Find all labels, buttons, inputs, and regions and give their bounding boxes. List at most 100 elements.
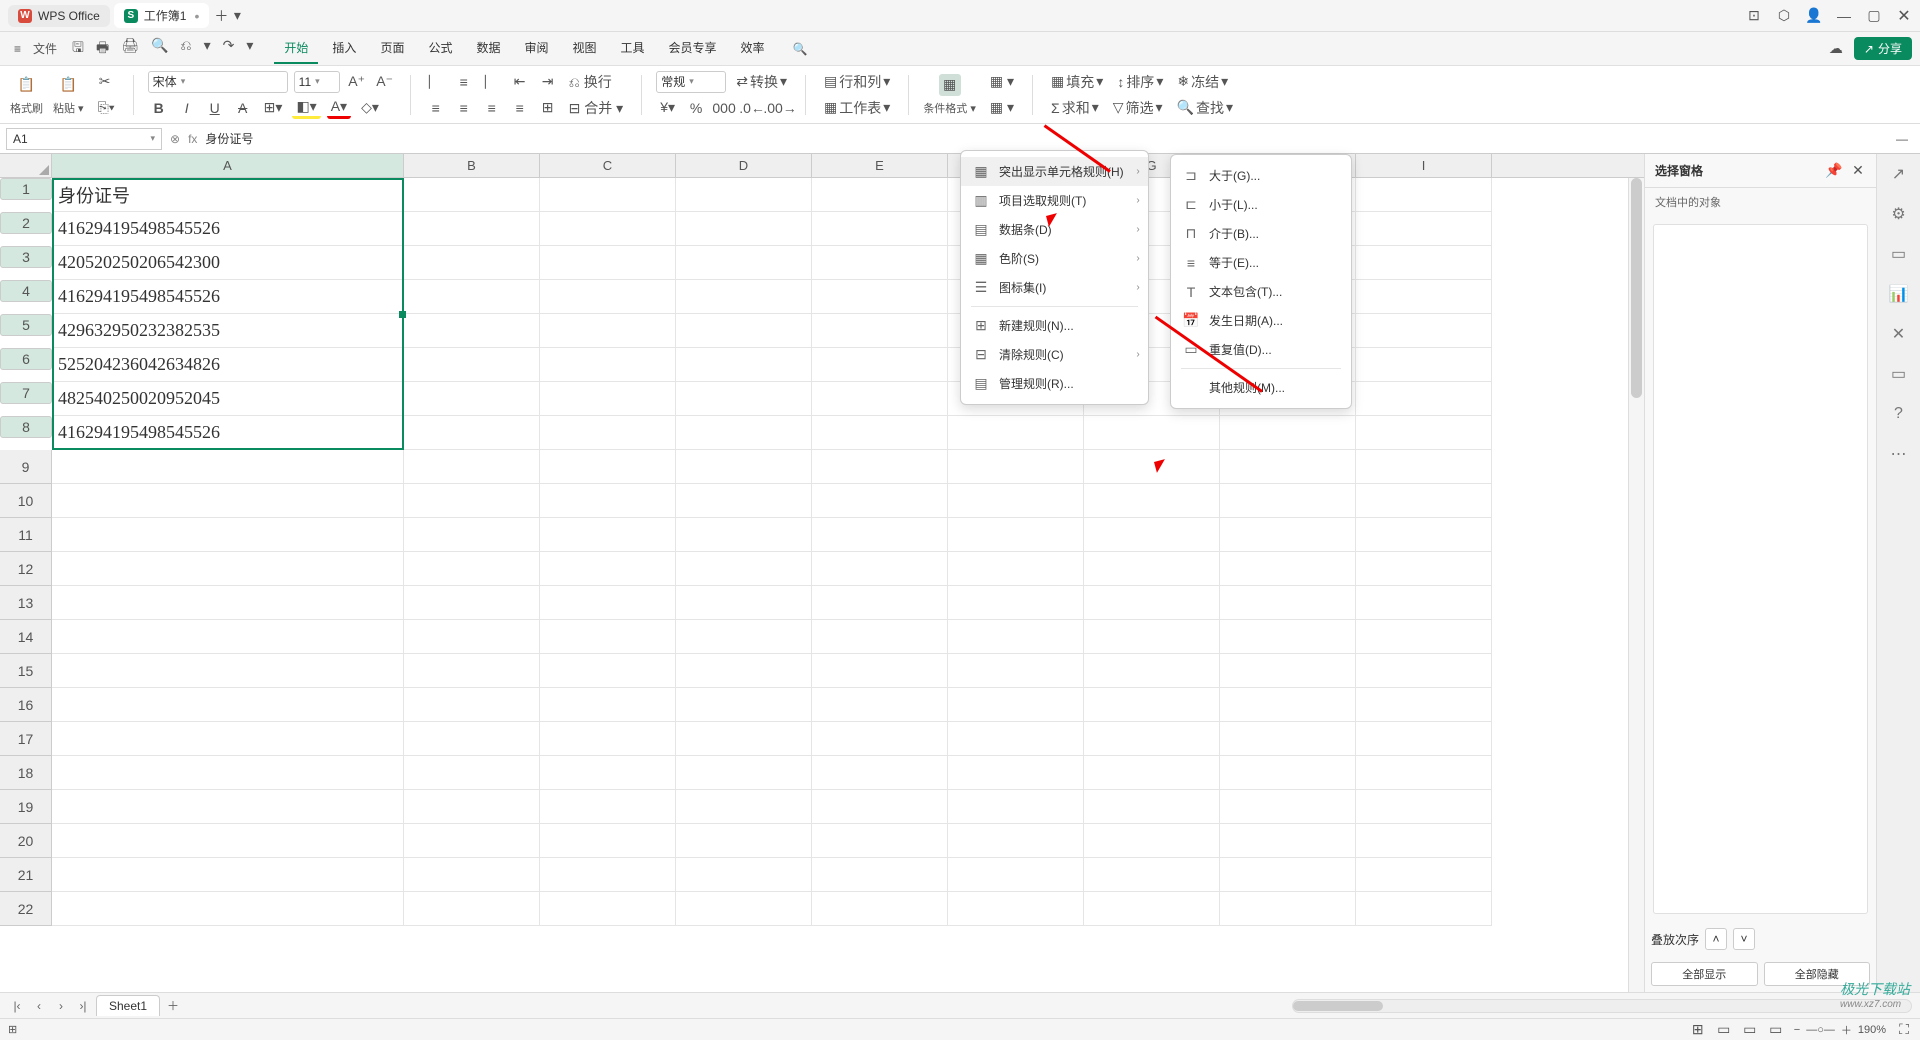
row-header[interactable]: 13 xyxy=(0,586,52,620)
cell[interactable] xyxy=(812,382,948,416)
cell[interactable] xyxy=(1356,552,1492,586)
menu2-item-8[interactable]: 其他规则(M)... xyxy=(1171,373,1351,402)
cell[interactable] xyxy=(404,178,540,212)
number-format-select[interactable]: 常规▾ xyxy=(656,71,726,93)
cell[interactable] xyxy=(1220,858,1356,892)
cell[interactable] xyxy=(948,858,1084,892)
row-header[interactable]: 17 xyxy=(0,722,52,756)
cell[interactable]: 482540250020952045 xyxy=(52,382,404,416)
row-header[interactable]: 9 xyxy=(0,450,52,484)
row-header[interactable]: 20 xyxy=(0,824,52,858)
cell[interactable] xyxy=(676,824,812,858)
cell[interactable] xyxy=(1084,484,1220,518)
cell[interactable] xyxy=(948,484,1084,518)
convert-button[interactable]: ⇄ 转换▾ xyxy=(732,71,791,93)
cell[interactable] xyxy=(1220,552,1356,586)
cell[interactable] xyxy=(1220,824,1356,858)
cell[interactable] xyxy=(404,824,540,858)
user-icon[interactable]: 👤 xyxy=(1806,8,1822,24)
menu1-item-7[interactable]: ▤管理规则(R)... xyxy=(961,369,1148,398)
cell[interactable] xyxy=(404,858,540,892)
col-header-E[interactable]: E xyxy=(812,154,948,177)
horizontal-scrollbar[interactable] xyxy=(1292,999,1912,1013)
ribbon-tab-2[interactable]: 页面 xyxy=(370,33,414,64)
cond-format-icon[interactable]: ▦ xyxy=(939,74,961,96)
pin-icon[interactable]: 📌 xyxy=(1826,163,1842,179)
cell[interactable] xyxy=(1084,892,1220,926)
cell[interactable] xyxy=(812,212,948,246)
cell[interactable] xyxy=(1356,756,1492,790)
row-header[interactable]: 11 xyxy=(0,518,52,552)
cell[interactable] xyxy=(1356,382,1492,416)
cell[interactable] xyxy=(676,892,812,926)
app-tab[interactable]: W WPS Office xyxy=(8,5,110,27)
order-up[interactable]: ˄ xyxy=(1705,928,1727,950)
help-icon[interactable]: ? xyxy=(1887,402,1911,426)
cell[interactable] xyxy=(948,892,1084,926)
more-icon[interactable]: ⋯ xyxy=(1887,442,1911,466)
col-header-C[interactable]: C xyxy=(540,154,676,177)
cell[interactable] xyxy=(812,416,948,450)
row-header[interactable]: 22 xyxy=(0,892,52,926)
undo-icon[interactable]: ⎌ xyxy=(175,33,196,65)
cell[interactable] xyxy=(404,756,540,790)
row-header[interactable]: 15 xyxy=(0,654,52,688)
cell[interactable] xyxy=(676,756,812,790)
view3-icon[interactable]: ▭ xyxy=(1742,1022,1758,1038)
menu1-item-3[interactable]: ▦色阶(S)› xyxy=(961,244,1148,273)
cloud-icon[interactable]: ☁ xyxy=(1828,41,1844,57)
cell[interactable] xyxy=(404,790,540,824)
zoom-in[interactable]: ＋ xyxy=(1841,1022,1852,1038)
cell[interactable] xyxy=(812,280,948,314)
cell[interactable] xyxy=(1084,790,1220,824)
maximize-button[interactable]: ▢ xyxy=(1866,8,1882,24)
cut-icon[interactable]: ✂ xyxy=(94,71,116,93)
filter-button[interactable]: ▽ 筛选 ▾ xyxy=(1109,97,1167,119)
cell[interactable] xyxy=(676,416,812,450)
cell[interactable] xyxy=(540,892,676,926)
cell[interactable] xyxy=(676,382,812,416)
freeze-button[interactable]: ❄ 冻结 ▾ xyxy=(1173,71,1232,93)
cell[interactable] xyxy=(812,246,948,280)
cell[interactable] xyxy=(404,552,540,586)
menu1-item-5[interactable]: ⊞新建规则(N)... xyxy=(961,311,1148,340)
row-header[interactable]: 5 xyxy=(0,314,52,336)
cell[interactable] xyxy=(1220,484,1356,518)
print-icon[interactable]: 🖨 xyxy=(116,33,144,65)
cell[interactable] xyxy=(404,382,540,416)
row-header[interactable]: 10 xyxy=(0,484,52,518)
cell[interactable] xyxy=(812,858,948,892)
comma-button[interactable]: 000 xyxy=(713,97,735,119)
cell[interactable] xyxy=(1220,654,1356,688)
cell[interactable] xyxy=(540,722,676,756)
close-pane-icon[interactable]: ✕ xyxy=(1850,163,1866,179)
menu2-item-5[interactable]: 📅发生日期(A)... xyxy=(1171,306,1351,335)
col-header-I[interactable]: I xyxy=(1356,154,1492,177)
cell[interactable] xyxy=(676,178,812,212)
menu2-item-2[interactable]: ⊓介于(B)... xyxy=(1171,219,1351,248)
sort-button[interactable]: ↕ 排序 ▾ xyxy=(1113,71,1167,93)
cell[interactable] xyxy=(676,212,812,246)
share-button[interactable]: ↗ 分享 xyxy=(1854,37,1912,60)
cell[interactable] xyxy=(948,586,1084,620)
font-size-select[interactable]: 11▾ xyxy=(294,71,340,93)
cell[interactable] xyxy=(404,314,540,348)
worksheet-button[interactable]: ▦ 工作表 ▾ xyxy=(820,97,894,119)
minimize-button[interactable]: — xyxy=(1836,8,1852,24)
cell[interactable] xyxy=(52,654,404,688)
row-header[interactable]: 19 xyxy=(0,790,52,824)
cell[interactable] xyxy=(404,212,540,246)
border-button[interactable]: ⊞▾ xyxy=(260,97,287,119)
book-icon[interactable]: ▭ xyxy=(1887,362,1911,386)
italic-button[interactable]: I xyxy=(176,97,198,119)
menu2-item-6[interactable]: ▭重复值(D)... xyxy=(1171,335,1351,364)
menu1-item-0[interactable]: ▦突出显示单元格规则(H)› xyxy=(961,157,1148,186)
cell[interactable] xyxy=(676,586,812,620)
cell[interactable]: 416294195498545526 xyxy=(52,280,404,314)
cell[interactable] xyxy=(404,348,540,382)
sum-button[interactable]: Σ 求和 ▾ xyxy=(1047,97,1103,119)
cell[interactable] xyxy=(812,518,948,552)
menu2-item-3[interactable]: ≡等于(E)... xyxy=(1171,248,1351,277)
fullscreen-icon[interactable]: ⛶ xyxy=(1896,1022,1912,1038)
cell[interactable] xyxy=(52,552,404,586)
